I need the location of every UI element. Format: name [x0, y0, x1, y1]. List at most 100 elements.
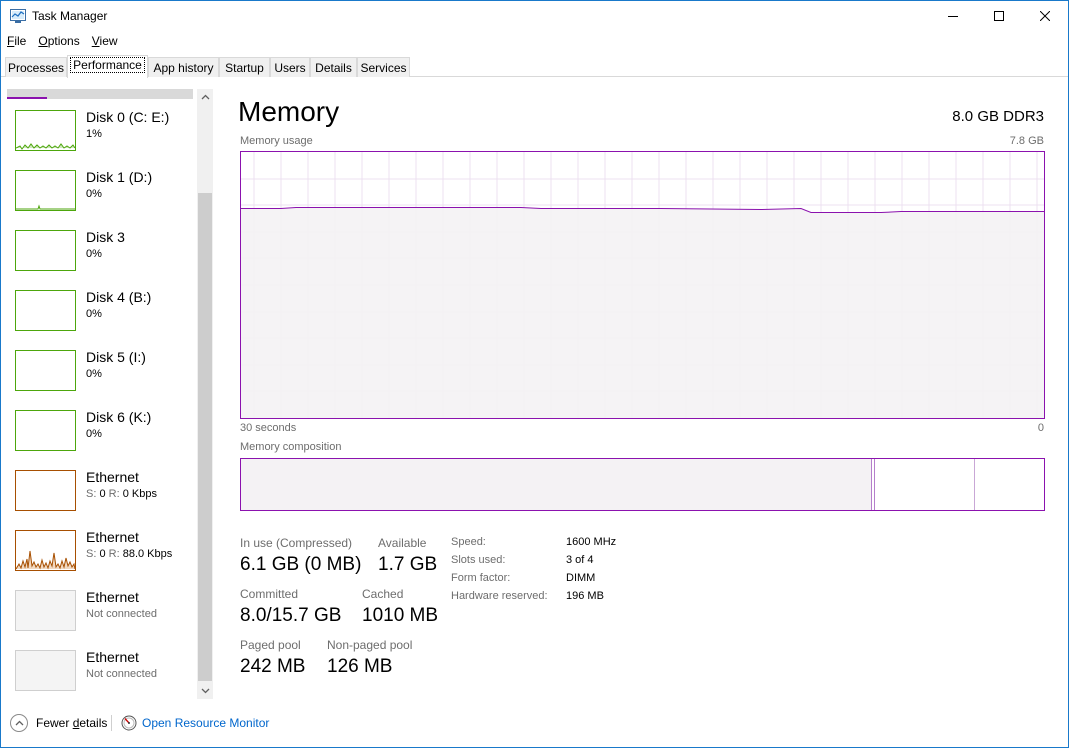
tab-label: Services	[360, 61, 407, 75]
slots-label: Slots used:	[451, 554, 506, 566]
sidebar-item-name: Ethernet	[86, 469, 139, 485]
sidebar-item-disk-6[interactable]: Disk 6 (K:) 0%	[15, 409, 197, 470]
speed-label: Speed:	[451, 536, 486, 548]
minimize-icon	[948, 16, 958, 17]
close-icon	[1040, 11, 1050, 21]
title-bar[interactable]: Task Manager	[1, 1, 1068, 31]
sidebar-item-ethernet-3[interactable]: Ethernet Not connected	[15, 589, 197, 650]
menu-options[interactable]: Options	[32, 32, 85, 51]
sidebar-item-name: Disk 4 (B:)	[86, 289, 152, 305]
maximize-icon	[994, 11, 1004, 21]
task-manager-window: Task Manager File Options View Processes…	[0, 0, 1069, 748]
tab-label: Details	[315, 61, 352, 75]
disk-4-thumbnail	[15, 290, 76, 331]
send-label: S:	[86, 548, 97, 560]
menu-view-label: iew	[99, 34, 118, 48]
available-label: Available	[378, 536, 427, 550]
committed-value: 8.0/15.7 GB	[240, 605, 342, 626]
fewer-details-link[interactable]: Fewer details	[36, 716, 107, 730]
sidebar-item-name: Disk 3	[86, 229, 125, 245]
sidebar-item-disk-0[interactable]: Disk 0 (C: E:) 1%	[15, 109, 197, 170]
footer-bar: Fewer details Open Resource Monitor	[1, 706, 1068, 746]
memory-spec: 8.0 GB DDR3	[952, 108, 1044, 125]
sidebar-item-name: Disk 6 (K:)	[86, 409, 152, 425]
ethernet-4-thumbnail	[15, 650, 76, 691]
minimize-button[interactable]	[930, 1, 976, 31]
hardware-reserved-value: 196 MB	[566, 590, 604, 602]
task-manager-icon	[10, 9, 26, 23]
footer-divider	[111, 715, 112, 731]
ethernet-2-sparkline	[16, 550, 75, 570]
memory-usage-area	[241, 207, 1044, 418]
fewer-details-button[interactable]	[10, 714, 28, 732]
memory-usage-graph	[240, 151, 1045, 419]
sidebar-item-name: Disk 0 (C: E:)	[86, 109, 170, 125]
send-value: 0	[99, 488, 106, 500]
window-title: Task Manager	[32, 9, 108, 23]
tab-label: App history	[153, 61, 214, 75]
memory-composition-label: Memory composition	[240, 441, 342, 453]
disk-6-thumbnail	[15, 410, 76, 451]
sidebar-item-value: 0%	[86, 368, 102, 380]
in-use-label: In use (Compressed)	[240, 536, 353, 550]
receive-value: 0 Kbps	[122, 488, 157, 500]
send-value: 0	[99, 548, 106, 560]
sidebar-item-memory-partial[interactable]	[7, 89, 193, 99]
memory-composition-bar	[240, 458, 1045, 511]
sidebar-item-disk-3[interactable]: Disk 3 0%	[15, 229, 197, 290]
tab-label: Performance	[70, 57, 145, 73]
sidebar-item-ethernet-4[interactable]: Ethernet Not connected	[15, 649, 197, 699]
fewer-details-text-rest: etails	[79, 716, 108, 730]
sidebar-item-disk-1[interactable]: Disk 1 (D:) 0%	[15, 169, 197, 230]
resource-monitor-icon[interactable]	[121, 715, 137, 731]
sidebar-item-value: 0%	[86, 308, 102, 320]
slots-value: 3 of 4	[566, 554, 594, 566]
available-value: 1.7 GB	[378, 554, 438, 575]
tab-services[interactable]: Services	[357, 57, 410, 77]
form-factor-label: Form factor:	[451, 572, 511, 584]
in-use-value: 6.1 GB (0 MB)	[240, 554, 362, 575]
sidebar-item-disk-5[interactable]: Disk 5 (I:) 0%	[15, 349, 197, 410]
open-resource-monitor-link[interactable]: Open Resource Monitor	[142, 716, 269, 730]
non-paged-pool-label: Non-paged pool	[327, 638, 413, 652]
ethernet-3-thumbnail	[15, 590, 76, 631]
menu-options-accel: O	[38, 34, 48, 48]
sidebar-item-value: 0%	[86, 248, 102, 260]
non-paged-pool-value: 126 MB	[327, 656, 393, 677]
sidebar-item-name: Ethernet	[86, 529, 139, 545]
menu-view[interactable]: View	[86, 32, 124, 51]
maximize-button[interactable]	[976, 1, 1022, 31]
time-span-label: 30 seconds	[240, 422, 297, 434]
sidebar-item-value: 1%	[86, 128, 102, 140]
disk-0-sparkline	[16, 143, 75, 150]
scroll-thumb[interactable]	[198, 193, 212, 681]
tab-label: Processes	[7, 61, 65, 75]
sidebar-item-status: Not connected	[86, 608, 157, 620]
sidebar-scrollbar[interactable]	[197, 89, 213, 699]
fewer-details-text: Fewer	[36, 716, 73, 730]
tab-processes[interactable]: Processes	[5, 57, 67, 77]
tab-startup[interactable]: Startup	[219, 57, 270, 77]
sidebar-item-ethernet-2[interactable]: Ethernet S: 0 R: 88.0 Kbps	[15, 529, 197, 590]
sidebar-item-disk-4[interactable]: Disk 4 (B:) 0%	[15, 289, 197, 350]
menu-file[interactable]: File	[1, 32, 32, 51]
tab-details[interactable]: Details	[310, 57, 357, 77]
cached-label: Cached	[362, 587, 404, 601]
close-button[interactable]	[1022, 1, 1068, 31]
scroll-down-button[interactable]	[197, 683, 213, 699]
send-label: S:	[86, 488, 97, 500]
memory-panel: Memory 8.0 GB DDR3 Memory usage 7.8 GB 3…	[213, 89, 1063, 699]
performance-sidebar[interactable]: Disk 0 (C: E:) 1% Disk 1 (D:) 0% Disk 3 …	[1, 89, 197, 699]
sidebar-item-ethernet-1[interactable]: Ethernet S: 0 R: 0 Kbps	[15, 469, 197, 530]
tab-performance[interactable]: Performance	[67, 55, 148, 78]
tab-users[interactable]: Users	[270, 57, 310, 77]
sidebar-item-value: 0%	[86, 188, 102, 200]
sidebar-item-value: 0%	[86, 428, 102, 440]
hardware-reserved-label: Hardware reserved:	[451, 590, 548, 602]
scroll-up-button[interactable]	[197, 89, 213, 105]
menu-file-label: ile	[14, 34, 27, 48]
tab-label: Startup	[225, 61, 264, 75]
composition-in-use	[241, 459, 872, 510]
tab-app-history[interactable]: App history	[148, 57, 219, 77]
paged-pool-value: 242 MB	[240, 656, 306, 677]
